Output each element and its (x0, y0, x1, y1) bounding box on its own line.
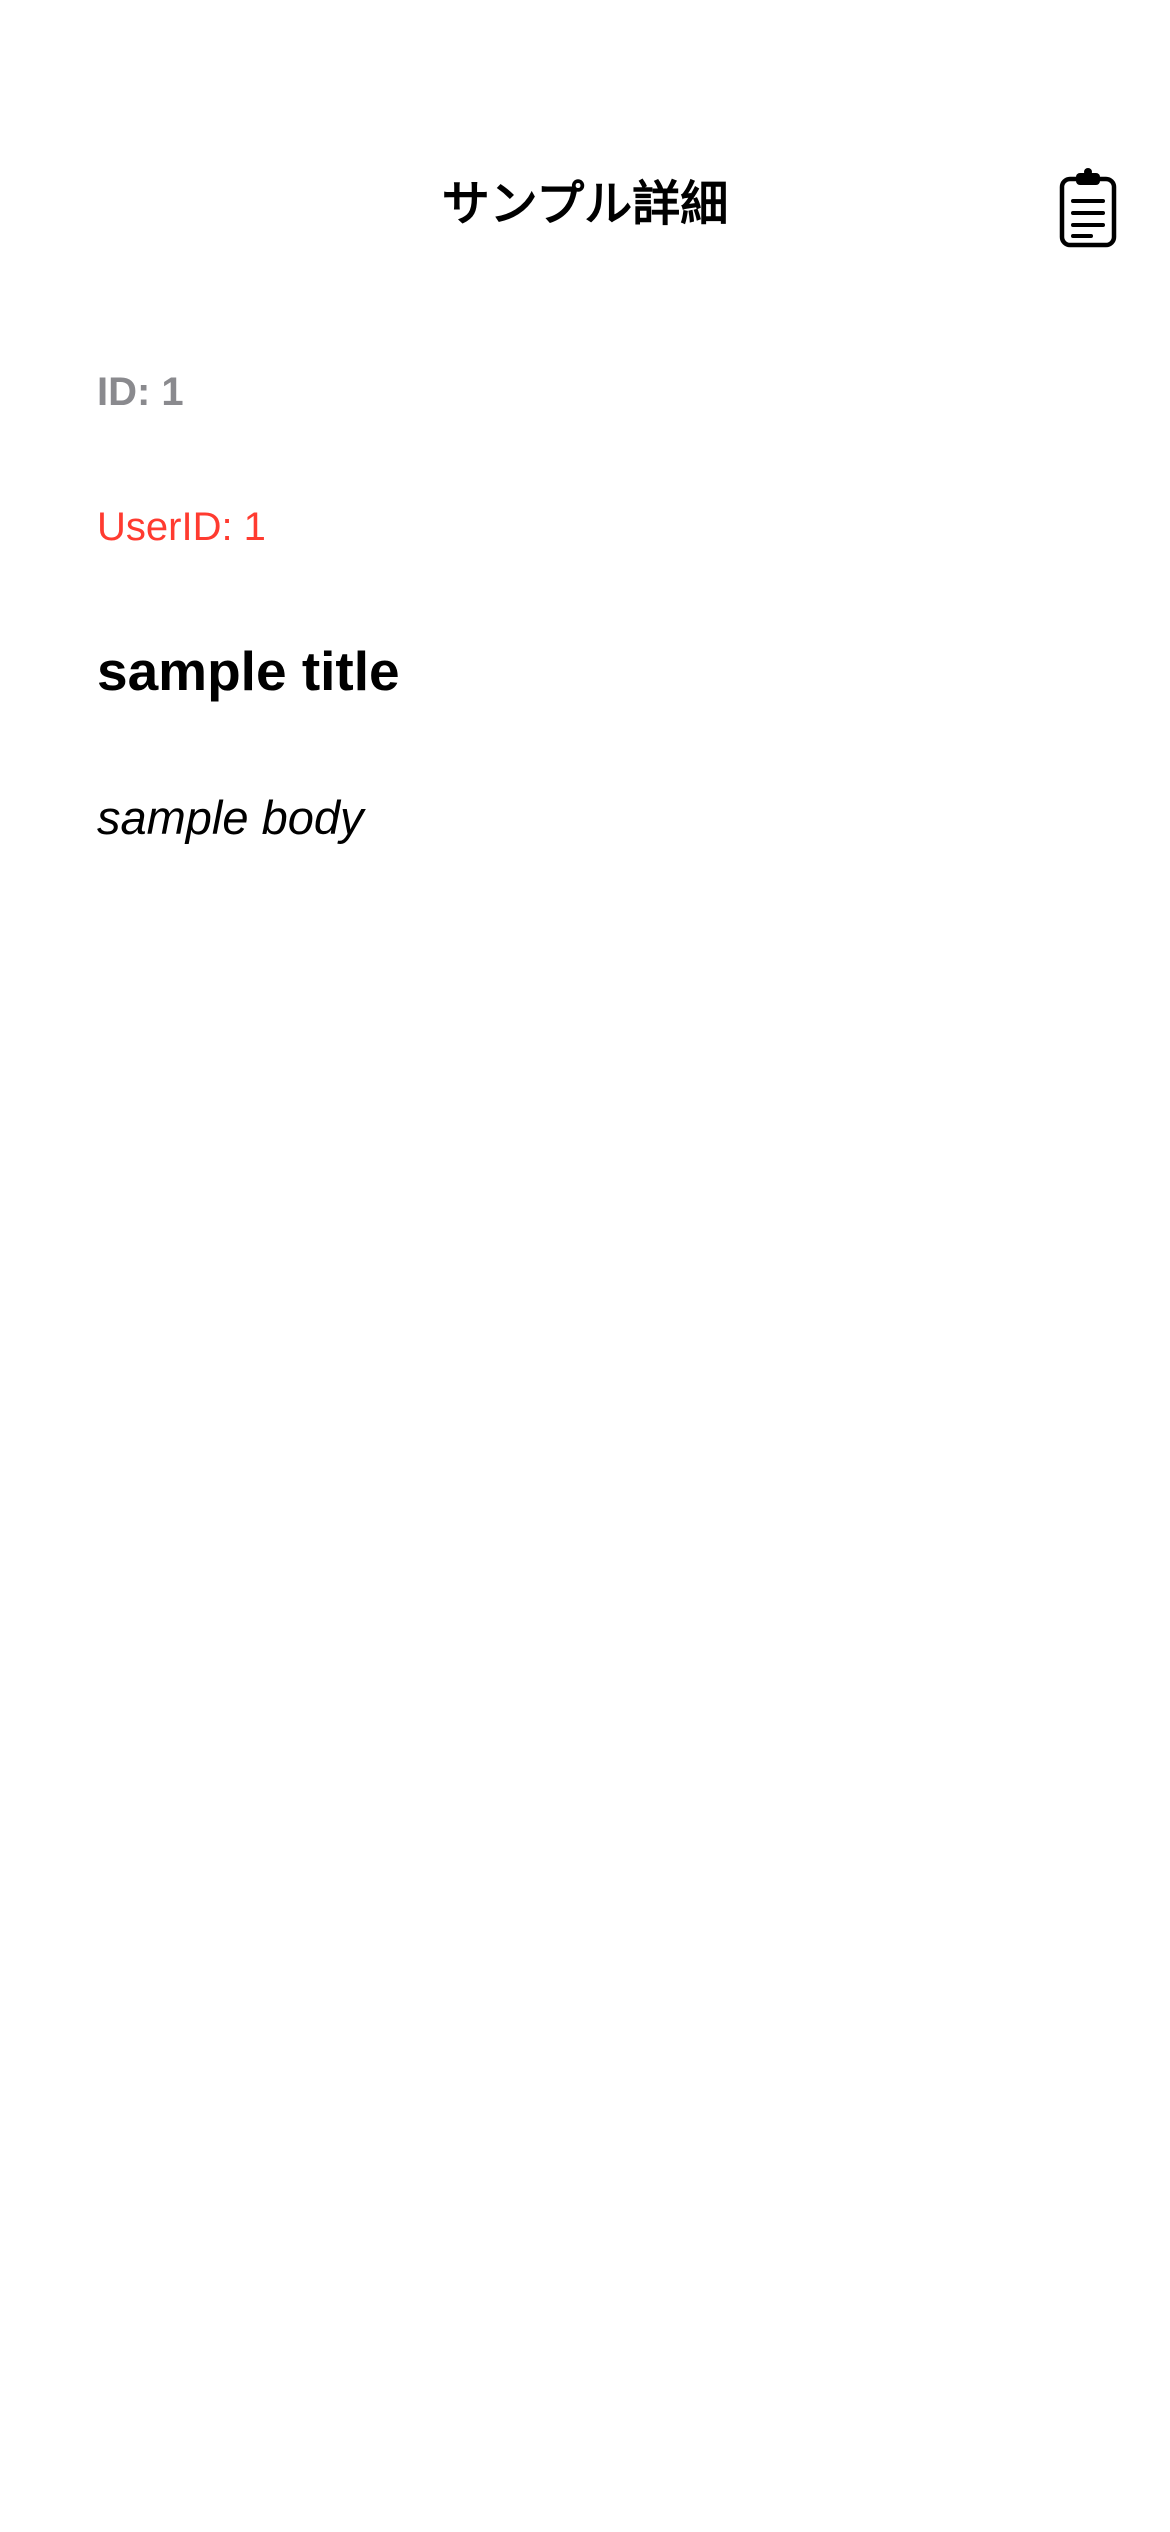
clipboard-button[interactable] (1050, 164, 1126, 256)
post-title: sample title (97, 640, 400, 702)
post-id-label: ID: 1 (97, 370, 184, 414)
page-title: サンプル詳細 (441, 176, 729, 232)
user-id-label: UserID: 1 (97, 505, 266, 549)
navigation-bar: サンプル詳細 (0, 150, 1170, 270)
clipboard-icon (1058, 167, 1118, 254)
post-body: sample body (97, 791, 364, 844)
